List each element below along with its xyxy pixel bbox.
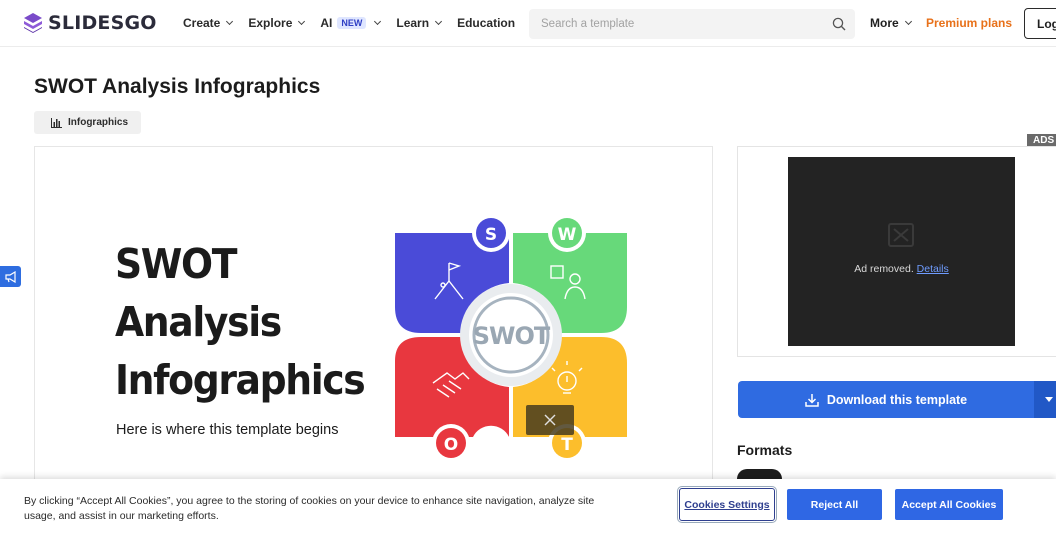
center-label: SWOT (473, 322, 551, 350)
chevron-down-icon (435, 17, 443, 26)
letter-o: O (444, 435, 458, 455)
bar-chart-icon (51, 117, 62, 128)
more-label: More (870, 16, 899, 30)
download-label: Download this template (826, 392, 968, 407)
cookie-banner: By clicking “Accept All Cookies”, you ag… (0, 479, 1056, 533)
ad-removed-label: Ad removed. (854, 263, 914, 275)
logo-text: SLIDESGO (48, 12, 157, 34)
chevron-down-icon (298, 17, 306, 26)
slide-title: SWOT Analysis Infographics (115, 235, 366, 409)
overlay-close-button[interactable] (526, 405, 574, 435)
slide-title-line: SWOT (115, 240, 237, 288)
letter-t: T (561, 435, 573, 455)
login-button[interactable]: Log (1024, 8, 1056, 39)
slidesgo-logo[interactable]: SLIDESGO (24, 12, 157, 34)
slide-title-line: Infographics (115, 356, 366, 404)
new-badge: NEW (337, 17, 367, 29)
close-icon (544, 414, 556, 426)
accept-all-cookies-button[interactable]: Accept All Cookies (895, 489, 1003, 520)
megaphone-icon (4, 270, 16, 283)
letter-w: W (558, 225, 577, 245)
menu-education[interactable]: Education (457, 16, 515, 30)
main-menu: Create Explore AI NEW Learn Education (183, 16, 531, 30)
premium-plans-link[interactable]: Premium plans (926, 16, 1012, 30)
page-title: SWOT Analysis Infographics (34, 75, 321, 98)
ad-removed-text: Ad removed. Details (788, 263, 1015, 275)
download-options-toggle[interactable] (1034, 381, 1056, 418)
menu-create[interactable]: Create (183, 16, 234, 30)
more-menu[interactable]: More (870, 16, 912, 30)
menu-education-label: Education (457, 16, 516, 30)
ad-placeholder: Ad removed. Details (788, 157, 1015, 346)
chevron-down-icon (374, 17, 382, 26)
top-navigation: SLIDESGO Create Explore AI NEW Learn Edu… (0, 0, 1056, 47)
swot-diagram: S W O T SWOT (395, 214, 627, 462)
menu-explore[interactable]: Explore (248, 16, 306, 30)
caret-down-icon (1045, 397, 1053, 402)
ad-details-link[interactable]: Details (917, 263, 949, 275)
search-bar (529, 9, 855, 39)
chevron-down-icon (904, 17, 912, 26)
slide-title-line: Analysis (115, 298, 282, 346)
slidesgo-logo-icon (24, 13, 42, 33)
reject-all-button[interactable]: Reject All (787, 489, 882, 520)
cookies-settings-button[interactable]: Cookies Settings (677, 486, 777, 523)
letter-s: S (485, 225, 497, 245)
download-template-button[interactable]: Download this template (738, 381, 1034, 418)
menu-learn[interactable]: Learn (396, 16, 443, 30)
feedback-tab[interactable] (0, 266, 21, 287)
menu-learn-label: Learn (396, 16, 430, 30)
menu-ai[interactable]: AI NEW (320, 16, 382, 30)
broken-image-icon (888, 223, 914, 247)
menu-create-label: Create (183, 16, 221, 30)
menu-ai-label: AI (320, 16, 333, 30)
download-icon (805, 393, 819, 407)
search-input[interactable] (529, 9, 819, 39)
menu-explore-label: Explore (248, 16, 293, 30)
cookie-text: By clicking “Accept All Cookies”, you ag… (24, 495, 595, 522)
slide-subtitle: Here is where this template begins (116, 422, 339, 438)
template-preview[interactable]: SWOT Analysis Infographics Here is where… (34, 146, 713, 491)
category-tag[interactable]: Infographics (34, 111, 141, 134)
category-tag-label: Infographics (68, 117, 129, 128)
search-icon[interactable] (832, 17, 846, 31)
formats-heading: Formats (737, 442, 793, 458)
chevron-down-icon (226, 17, 234, 26)
